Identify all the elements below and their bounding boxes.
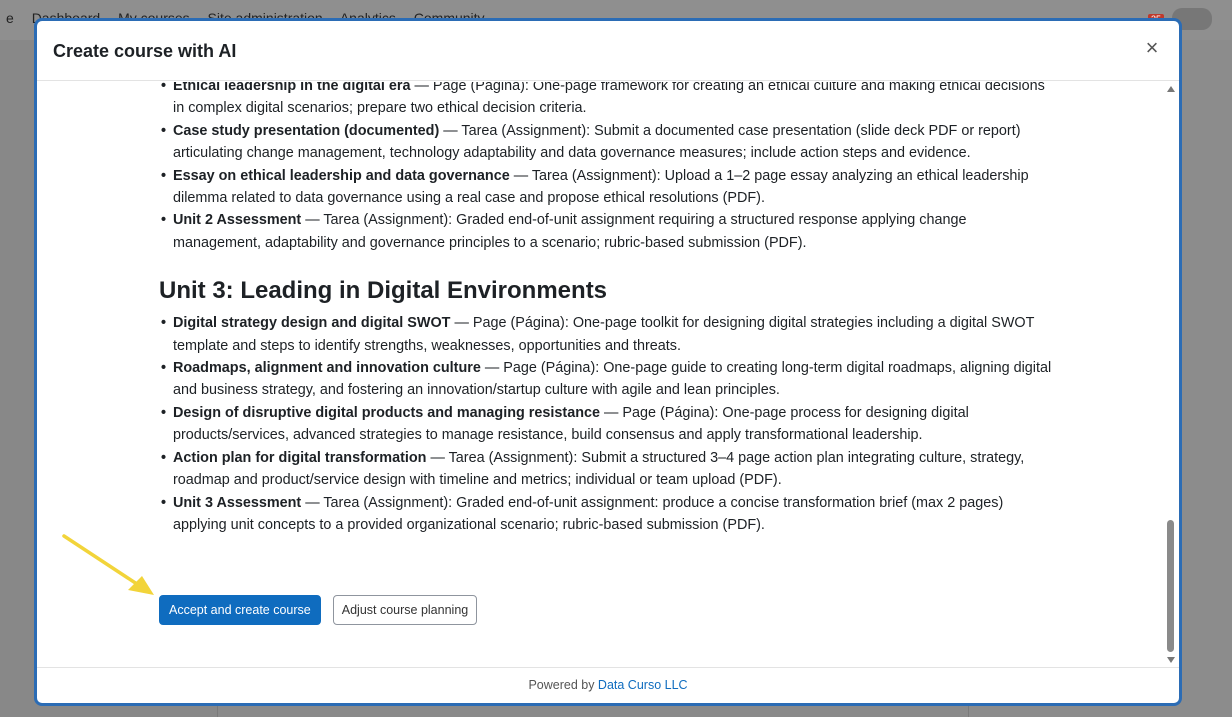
scroll-thumb[interactable] — [1167, 520, 1174, 652]
scroll-up-arrow-icon[interactable] — [1167, 86, 1175, 92]
activity-title: Unit 3 Assessment — [173, 494, 302, 511]
vertical-scrollbar[interactable] — [1165, 82, 1177, 669]
accept-and-create-course-button[interactable]: Accept and create course — [159, 595, 321, 625]
activity-title: Unit 2 Assessment — [173, 212, 302, 229]
activity-title: Essay on ethical leadership and data gov… — [173, 167, 510, 184]
list-item: Ethical leadership in the digital era — … — [159, 82, 1057, 120]
footer-prefix: Powered by — [528, 678, 598, 692]
close-icon[interactable]: × — [1141, 37, 1163, 59]
list-item: Case study presentation (documented) — T… — [159, 120, 1057, 165]
activity-list: Digital strategy design and digital SWOT… — [159, 312, 1057, 536]
activity-title: Action plan for digital transformation — [173, 449, 427, 466]
activity-title: Roadmaps, alignment and innovation cultu… — [173, 360, 481, 377]
annotation-arrow-icon — [62, 534, 154, 595]
unit-3-section: Unit 3: Leading in Digital Environments … — [159, 276, 1057, 536]
action-buttons: Accept and create course Adjust course p… — [159, 595, 478, 625]
activity-list: Ethical leadership in the digital era — … — [159, 82, 1057, 254]
modal-footer: Powered by Data Curso LLC — [37, 667, 1179, 703]
modal-header: Create course with AI × — [37, 21, 1179, 81]
unit-heading: Unit 3: Leading in Digital Environments — [159, 277, 608, 305]
activity-title: Ethical leadership in the digital era — [173, 82, 411, 94]
list-item: Unit 2 Assessment — Tarea (Assignment): … — [159, 209, 1057, 254]
list-item: Essay on ethical leadership and data gov… — [159, 165, 1057, 210]
list-item: Digital strategy design and digital SWOT… — [159, 312, 1057, 357]
activity-title: Design of disruptive digital products an… — [173, 404, 600, 421]
unit-2-section: Ethical leadership in the digital era — … — [159, 82, 1057, 254]
list-item: Action plan for digital transformation —… — [159, 447, 1057, 492]
adjust-course-planning-button[interactable]: Adjust course planning — [332, 595, 478, 625]
activity-title: Digital strategy design and digital SWOT — [173, 315, 451, 332]
footer-company-link[interactable]: Data Curso LLC — [598, 678, 688, 692]
modal-title: Create course with AI — [53, 41, 237, 61]
create-course-modal: Create course with AI × Ethical leadersh… — [34, 18, 1182, 706]
activity-title: Case study presentation (documented) — [173, 122, 440, 139]
list-item: Unit 3 Assessment — Tarea (Assignment): … — [159, 492, 1057, 537]
course-plan-content: Ethical leadership in the digital era — … — [37, 82, 1157, 536]
list-item: Roadmaps, alignment and innovation cultu… — [159, 357, 1057, 402]
modal-body[interactable]: Ethical leadership in the digital era — … — [37, 82, 1179, 669]
bg-nav-item: e — [6, 10, 14, 26]
scroll-down-arrow-icon[interactable] — [1167, 657, 1175, 663]
list-item: Design of disruptive digital products an… — [159, 402, 1057, 447]
